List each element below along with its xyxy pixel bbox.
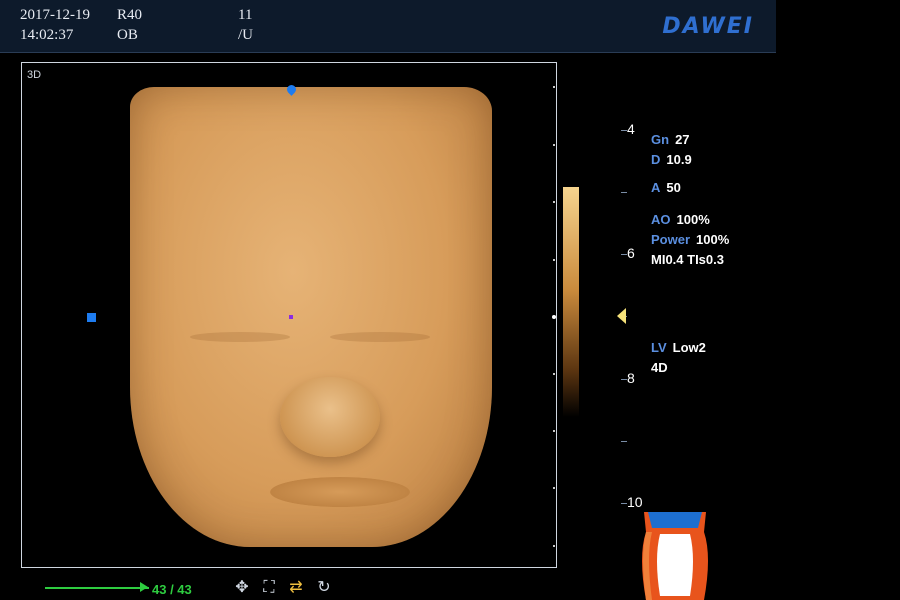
swap-icon[interactable]: ⇄ bbox=[286, 578, 306, 598]
gain-label: Gn bbox=[651, 132, 670, 147]
depth-label: 8 bbox=[627, 370, 635, 386]
render-mode-label: 3D bbox=[27, 69, 42, 81]
depth-tick bbox=[621, 192, 627, 193]
power-label: Power bbox=[651, 232, 691, 247]
depth-value: 10.9 bbox=[666, 152, 692, 167]
dot bbox=[553, 545, 555, 547]
exam-application: OB bbox=[117, 27, 138, 43]
top-status-bar: 2017-12-19 R40 11 14:02:37 OB /U DAWEI bbox=[0, 0, 776, 53]
depth-label: 4 bbox=[627, 121, 635, 137]
angle-value: 50 bbox=[666, 180, 681, 195]
playback-bar: 43 / 43 ✥ ⛶ ⇄ ↻ bbox=[0, 570, 560, 600]
ao-label: AO bbox=[651, 212, 671, 227]
dot bbox=[553, 259, 555, 261]
depth-tick bbox=[621, 441, 627, 442]
cine-slider-knob[interactable] bbox=[140, 582, 148, 592]
imaging-parameters: Gn 27 D 10.9 A 50 AO 100% Power 100% MI0.4 TI… bbox=[651, 130, 729, 378]
fetal-face-render bbox=[130, 87, 492, 547]
depth-label: 10 bbox=[627, 494, 643, 510]
frame-counter: 43 / 43 bbox=[152, 582, 192, 597]
depth-label: 6 bbox=[627, 245, 635, 261]
rotate-icon[interactable]: ↻ bbox=[314, 578, 334, 598]
left-cursor-marker[interactable] bbox=[87, 313, 96, 322]
focus-marker[interactable] bbox=[617, 308, 626, 324]
nose-render bbox=[280, 377, 380, 457]
mi-ti-readout: MI0.4 TIs0.3 bbox=[651, 252, 724, 267]
focus-dot bbox=[552, 315, 556, 319]
move-icon[interactable]: ✥ bbox=[232, 578, 252, 598]
brow-shadow-right bbox=[330, 332, 430, 342]
lips-render bbox=[270, 477, 410, 507]
cine-slider-track[interactable] bbox=[45, 587, 149, 589]
power-value: 100% bbox=[696, 232, 730, 247]
exam-date: 2017-12-19 bbox=[20, 7, 90, 23]
depth-dot-column bbox=[551, 63, 556, 567]
brand-logo: DAWEI bbox=[662, 14, 754, 39]
dot bbox=[553, 487, 555, 489]
brow-shadow-left bbox=[190, 332, 290, 342]
mode-4d-label: 4D bbox=[651, 360, 668, 375]
status-number: 11 bbox=[238, 7, 253, 23]
probe-name: R40 bbox=[117, 7, 143, 23]
ao-value: 100% bbox=[676, 212, 710, 227]
status-unit: /U bbox=[238, 27, 253, 43]
depth-label: D bbox=[651, 152, 661, 167]
dot bbox=[553, 144, 555, 146]
gain-value: 27 bbox=[675, 132, 690, 147]
image-viewport[interactable]: 3D bbox=[21, 62, 557, 568]
lv-value: Low2 bbox=[672, 340, 706, 355]
fit-icon[interactable]: ⛶ bbox=[259, 578, 279, 598]
lv-label: LV bbox=[651, 340, 667, 355]
dot bbox=[553, 373, 555, 375]
dot bbox=[553, 430, 555, 432]
dot bbox=[553, 201, 555, 203]
tint-colorbar bbox=[563, 187, 579, 417]
probe-orientation-icon bbox=[642, 512, 708, 600]
angle-label: A bbox=[651, 180, 661, 195]
dot bbox=[553, 86, 555, 88]
center-cursor-marker[interactable] bbox=[289, 315, 293, 319]
exam-time: 14:02:37 bbox=[20, 27, 74, 43]
